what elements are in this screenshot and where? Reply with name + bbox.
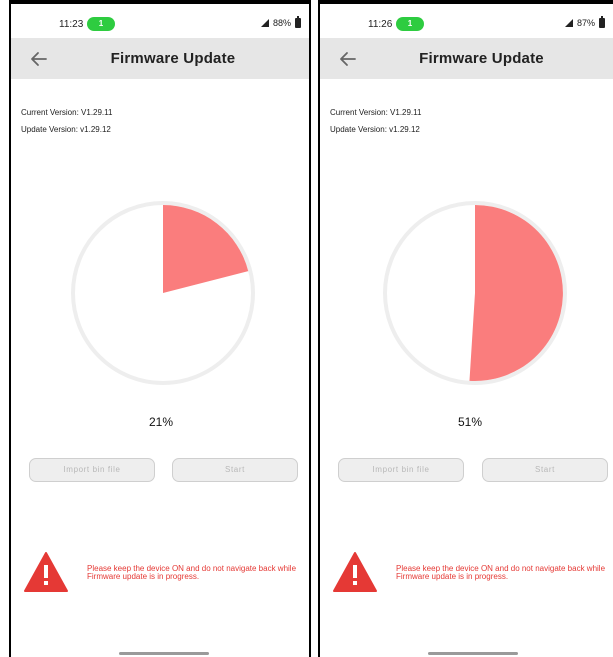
warning-triangle-icon	[333, 552, 377, 592]
signal-icon	[260, 19, 269, 27]
status-bar: 11:26 1 87%	[320, 14, 613, 36]
warning-message: Please keep the device ON and do not nav…	[87, 564, 297, 581]
app-bar: Firmware Update	[11, 38, 309, 79]
progress-percent: 51%	[458, 415, 483, 429]
home-indicator[interactable]	[428, 652, 518, 655]
import-bin-button[interactable]: Import bin file	[338, 458, 464, 482]
progress-slice	[469, 205, 563, 381]
battery-percent: 87%	[576, 18, 595, 28]
battery-percent: 88%	[272, 18, 291, 28]
progress-percent: 21%	[149, 415, 174, 429]
notification-badge: 1	[396, 17, 424, 31]
page-title: Firmware Update	[110, 50, 236, 67]
update-version: Update Version: v1.29.12	[330, 125, 420, 134]
progress-gauge	[71, 201, 255, 385]
current-version: Current Version: V1.29.11	[330, 108, 422, 117]
phone-screen-left: 11:23 1 88% Firmware Update Current Vers…	[9, 0, 311, 657]
signal-icon	[564, 19, 573, 27]
warning-message: Please keep the device ON and do not nav…	[396, 564, 606, 581]
battery-icon	[599, 16, 605, 28]
status-time: 11:26	[368, 19, 393, 30]
version-info: Current Version: V1.29.11 Update Version…	[330, 104, 421, 138]
status-icons: 88%	[260, 16, 301, 28]
start-button[interactable]: Start	[482, 458, 608, 482]
warning-triangle-icon	[24, 552, 68, 592]
notification-badge: 1	[87, 17, 115, 31]
home-indicator[interactable]	[119, 652, 209, 655]
import-bin-button[interactable]: Import bin file	[29, 458, 155, 482]
progress-gauge	[383, 201, 567, 385]
page-title: Firmware Update	[419, 50, 544, 67]
app-bar: Firmware Update	[320, 38, 613, 79]
version-info: Current Version: V1.29.11 Update Version…	[21, 104, 112, 138]
status-icons: 87%	[564, 16, 605, 28]
status-bar: 11:23 1 88%	[11, 14, 309, 36]
current-version: Current Version: V1.29.11	[21, 108, 113, 117]
start-button[interactable]: Start	[172, 458, 298, 482]
battery-icon	[295, 16, 301, 28]
status-time: 11:23	[59, 19, 84, 30]
update-version: Update Version: v1.29.12	[21, 125, 111, 134]
phone-screen-right: 11:26 1 87% Firmware Update Current Vers…	[318, 0, 613, 657]
